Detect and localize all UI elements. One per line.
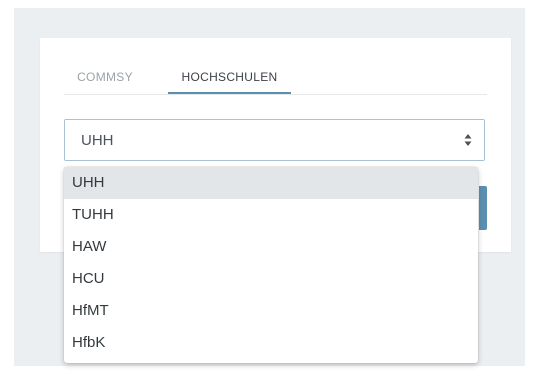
tab-hochschulen[interactable]: HOCHSCHULEN (168, 66, 291, 94)
dropdown-option-hcu[interactable]: HCU (64, 263, 478, 295)
tab-bar: COMMSY HOCHSCHULEN (64, 66, 487, 95)
dropdown-option-hfmt[interactable]: HfMT (64, 295, 478, 327)
sort-arrows-icon (464, 134, 472, 146)
tab-commsy[interactable]: COMMSY (64, 66, 146, 93)
university-select[interactable]: UHH (64, 119, 485, 161)
dropdown-option-hfbk[interactable]: HfbK (64, 327, 478, 359)
university-select-value: UHH (81, 132, 114, 149)
dropdown-option-uhh[interactable]: UHH (64, 167, 478, 199)
dropdown-option-tuhh[interactable]: TUHH (64, 199, 478, 231)
submit-button[interactable] (479, 186, 487, 230)
dropdown-option-haw[interactable]: HAW (64, 231, 478, 263)
university-dropdown: UHH TUHH HAW HCU HfMT HfbK (64, 167, 478, 363)
